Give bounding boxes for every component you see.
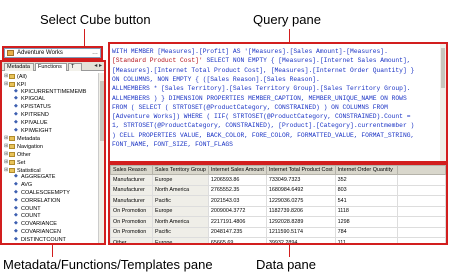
metadata-pane-callout: Metadata/Functions/Templates pane — [3, 257, 213, 272]
select-cube-highlight — [2, 46, 103, 60]
query-pane-highlight — [108, 42, 448, 163]
data-pane-highlight — [108, 163, 448, 245]
query-pane-leader — [289, 29, 290, 42]
ui-root: Select Cube button Query pane Metadata/F… — [0, 0, 450, 277]
data-pane-leader — [289, 245, 290, 257]
query-pane-callout: Query pane — [253, 12, 321, 27]
select-cube-callout: Select Cube button — [40, 12, 151, 27]
select-cube-leader — [84, 29, 85, 46]
metadata-pane-leader — [52, 245, 53, 257]
metadata-pane-highlight — [0, 60, 106, 245]
data-pane-callout: Data pane — [256, 257, 316, 272]
